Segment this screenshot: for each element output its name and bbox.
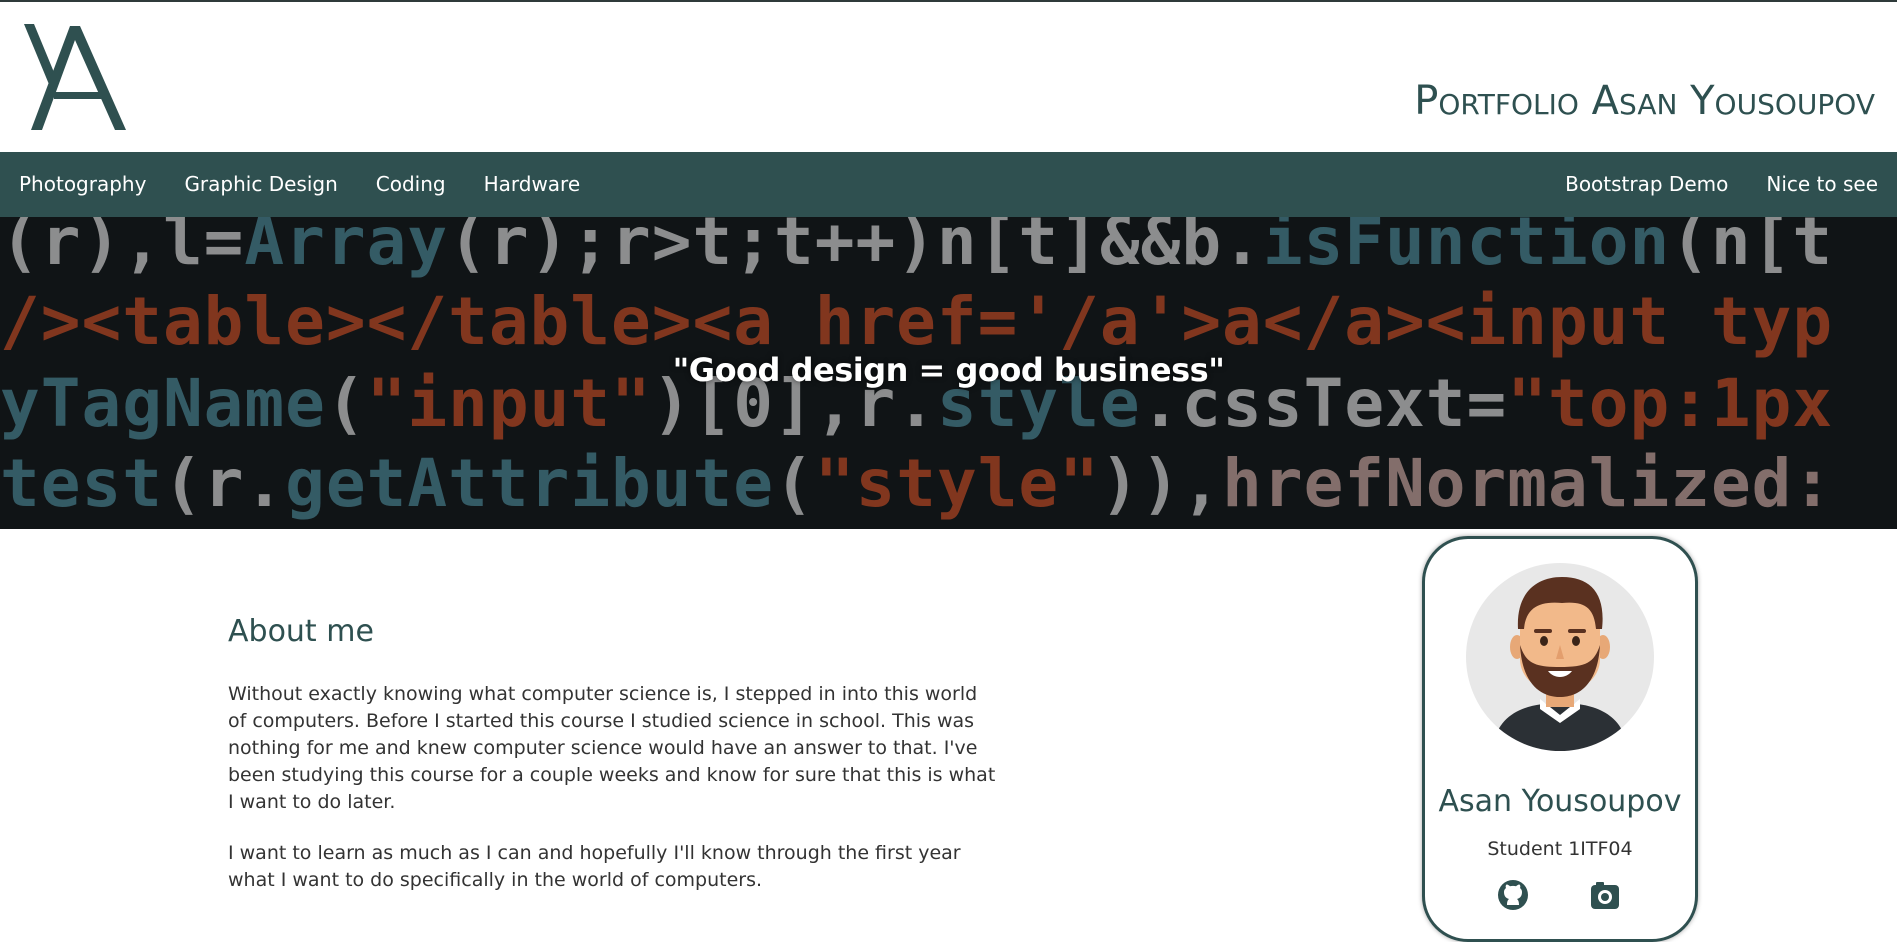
camera-icon[interactable] — [1589, 879, 1621, 911]
avatar — [1466, 563, 1654, 751]
site-header: Portfolio Asan Yousoupov — [0, 2, 1897, 152]
about-heading: About me — [228, 614, 374, 649]
ya-logo-icon[interactable] — [24, 24, 128, 132]
hero-quote: "Good design = good business" — [672, 351, 1225, 389]
hero-banner: (r),l=Array(r);r>t;t++)n[t]&&b.isFunctio… — [0, 217, 1897, 529]
nav-right-group: Bootstrap Demo Nice to see — [1546, 152, 1897, 217]
about-paragraph-2: I want to learn as much as I can and hop… — [228, 842, 961, 891]
nav-graphic-design[interactable]: Graphic Design — [165, 152, 356, 217]
nav-photography[interactable]: Photography — [0, 152, 165, 217]
profile-name: Asan Yousoupov — [1438, 784, 1682, 819]
site-title: Portfolio Asan Yousoupov — [1414, 78, 1875, 124]
nav-left-group: Photography Graphic Design Coding Hardwa… — [0, 152, 599, 217]
main-navbar: Photography Graphic Design Coding Hardwa… — [0, 152, 1897, 217]
nav-nice-to-see[interactable]: Nice to see — [1747, 152, 1897, 217]
nav-bootstrap-demo[interactable]: Bootstrap Demo — [1546, 152, 1747, 217]
bearded-man-avatar-icon — [1492, 577, 1628, 751]
profile-subtitle: Student 1ITF04 — [1487, 838, 1633, 860]
nav-coding[interactable]: Coding — [357, 152, 465, 217]
nav-hardware[interactable]: Hardware — [465, 152, 600, 217]
profile-card: Asan Yousoupov Student 1ITF04 — [1422, 536, 1698, 942]
about-paragraph-1: Without exactly knowing what computer sc… — [228, 683, 996, 813]
github-icon[interactable] — [1497, 879, 1529, 911]
